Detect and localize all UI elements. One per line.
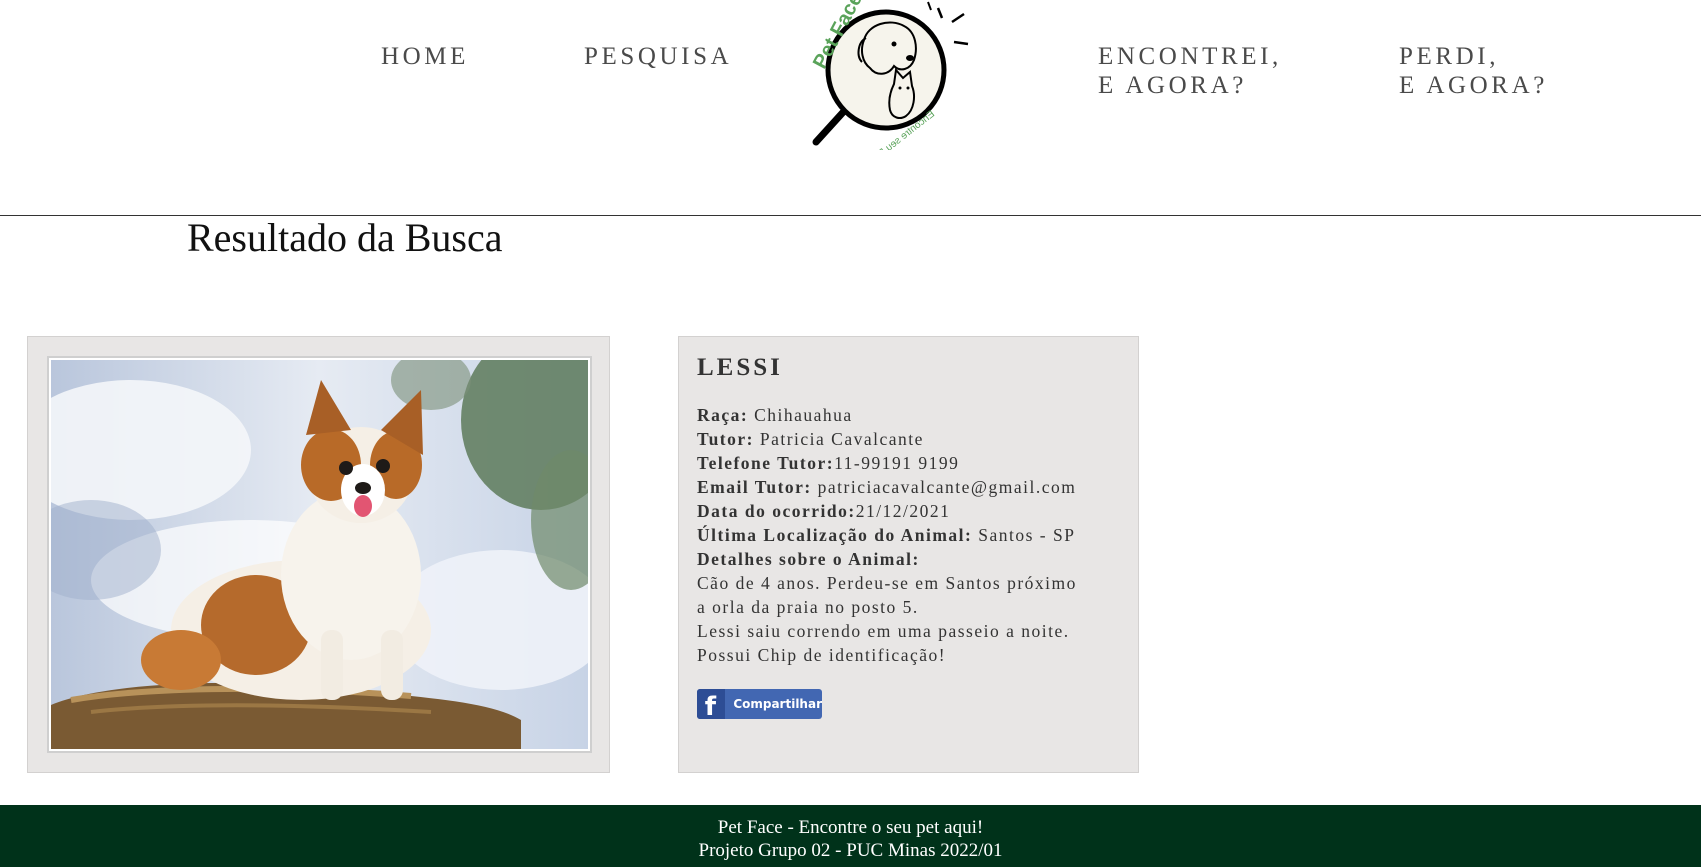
data-label: Data do ocorrido: xyxy=(697,501,856,521)
data-row: Data do ocorrido:21/12/2021 xyxy=(697,499,1120,523)
telefone-row: Telefone Tutor:11-99191 9199 xyxy=(697,451,1120,475)
page-title: Resultado da Busca xyxy=(187,215,503,260)
tutor-row: Tutor: Patricia Cavalcante xyxy=(697,427,1120,451)
nav-encontrei-e-agora[interactable]: ENCONTREI, E AGORA? xyxy=(1098,42,1282,100)
telefone-label: Telefone Tutor: xyxy=(697,453,835,473)
footer-line-2: Projeto Grupo 02 - PUC Minas 2022/01 xyxy=(698,840,1003,861)
footer: Pet Face - Encontre o seu pet aqui! Proj… xyxy=(0,805,1701,867)
localizacao-label: Última Localização do Animal: xyxy=(697,525,973,545)
tutor-label: Tutor: xyxy=(697,429,754,449)
localizacao-value: Santos - SP xyxy=(978,525,1076,545)
pet-face-logo[interactable]: Pet Face Encontre seu Pet xyxy=(806,0,976,165)
telefone-value: 11-99191 9199 xyxy=(834,453,960,473)
footer-line-1: Pet Face - Encontre o seu pet aqui! xyxy=(717,817,984,838)
raca-value: Chihauahua xyxy=(754,405,853,425)
share-label: Compartilhar xyxy=(733,697,822,711)
nav-perdi-e-agora[interactable]: PERDI, E AGORA? xyxy=(1399,42,1548,100)
chihuahua-photo-illustration xyxy=(51,360,588,749)
detalhes-row: Detalhes sobre o Animal: xyxy=(697,547,1120,571)
localizacao-row: Última Localização do Animal: Santos - S… xyxy=(697,523,1120,547)
detalhes-label: Detalhes sobre o Animal: xyxy=(697,549,920,569)
email-value: patriciacavalcante@gmail.com xyxy=(817,477,1077,497)
pet-info-card: LESSI Raça: Chihauahua Tutor: Patricia C… xyxy=(678,336,1139,773)
facebook-share-button[interactable]: f Compartilhar xyxy=(697,689,822,719)
nav-home[interactable]: HOME xyxy=(381,42,469,71)
nav-pesquisa[interactable]: PESQUISA xyxy=(584,42,732,71)
raca-label: Raça: xyxy=(697,405,749,425)
data-value: 21/12/2021 xyxy=(855,501,951,521)
magnifier-logo-icon: Pet Face Encontre seu Pet xyxy=(809,0,969,165)
pet-name: LESSI xyxy=(697,354,783,381)
email-row: Email Tutor: patriciacavalcante@gmail.co… xyxy=(697,475,1120,499)
email-label: Email Tutor: xyxy=(697,477,812,497)
tutor-value: Patricia Cavalcante xyxy=(759,429,924,449)
detalhes-text: Cão de 4 anos. Perdeu-se em Santos próxi… xyxy=(697,573,1077,665)
raca-row: Raça: Chihauahua xyxy=(697,403,1120,427)
facebook-icon: f xyxy=(697,689,726,719)
pet-photo-card xyxy=(27,336,610,773)
pet-photo xyxy=(47,356,592,753)
